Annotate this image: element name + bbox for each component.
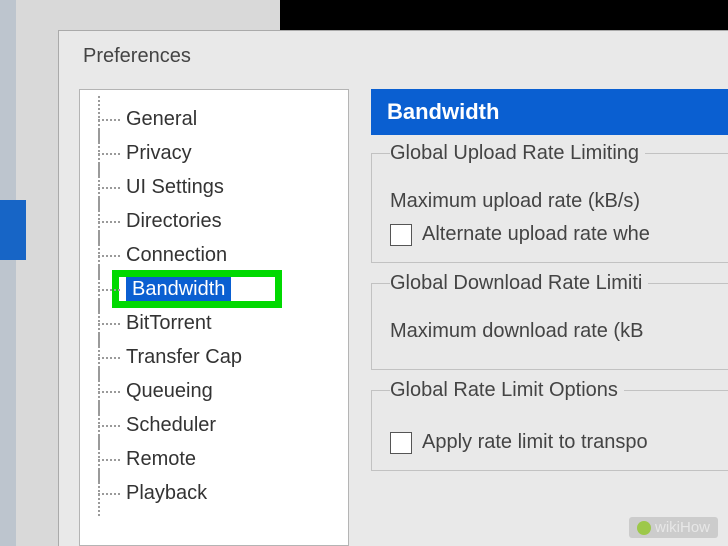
tree-branch-icon — [94, 476, 126, 510]
apply-limit-label: Apply rate limit to transpo — [422, 431, 648, 454]
bg-left-blue-block — [0, 200, 26, 260]
tree-item-queueing[interactable]: Queueing — [94, 374, 342, 408]
tree-item-bittorrent[interactable]: BitTorrent — [94, 306, 342, 340]
tree-label: Privacy — [126, 142, 192, 165]
tree-label: Remote — [126, 448, 196, 471]
bg-top-black — [280, 0, 728, 30]
tree-label: Queueing — [126, 380, 213, 403]
group-legend: Global Rate Limit Options — [390, 379, 624, 402]
tree-item-privacy[interactable]: Privacy — [94, 136, 342, 170]
alt-upload-label: Alternate upload rate whe — [422, 223, 650, 246]
tree-item-ui-settings[interactable]: UI Settings — [94, 170, 342, 204]
group-global-options: Global Rate Limit Options Apply rate lim… — [371, 390, 728, 471]
tree-item-remote[interactable]: Remote — [94, 442, 342, 476]
tree-label: BitTorrent — [126, 312, 212, 335]
checkbox-icon[interactable] — [390, 432, 412, 454]
max-download-label: Maximum download rate (kB — [390, 320, 728, 343]
tree-label: Playback — [126, 482, 207, 505]
preferences-body: General Privacy UI Settings Directories … — [79, 89, 728, 546]
apply-limit-row[interactable]: Apply rate limit to transpo — [390, 431, 728, 454]
settings-panel: Bandwidth Global Upload Rate Limiting Ma… — [371, 89, 728, 546]
bg-left-strip — [0, 0, 16, 546]
tree-label: Transfer Cap — [126, 346, 242, 369]
tree-label: Connection — [126, 244, 227, 267]
max-upload-label: Maximum upload rate (kB/s) — [390, 190, 728, 213]
tree-item-general[interactable]: General — [94, 102, 342, 136]
tree-item-connection[interactable]: Connection — [94, 238, 342, 272]
checkbox-icon[interactable] — [390, 224, 412, 246]
tree-label: Directories — [126, 210, 222, 233]
group-upload-rate: Global Upload Rate Limiting Maximum uplo… — [371, 153, 728, 263]
group-legend: Global Download Rate Limiti — [390, 272, 648, 295]
window-title: Preferences — [59, 31, 728, 88]
tree-item-transfer-cap[interactable]: Transfer Cap — [94, 340, 342, 374]
tree-label: Bandwidth — [126, 277, 231, 302]
alt-upload-row[interactable]: Alternate upload rate whe — [390, 223, 728, 246]
group-legend: Global Upload Rate Limiting — [390, 142, 645, 165]
tree-item-scheduler[interactable]: Scheduler — [94, 408, 342, 442]
tree-item-playback[interactable]: Playback — [94, 476, 342, 510]
preferences-window: Preferences General Privacy UI Settings … — [58, 30, 728, 546]
section-header: Bandwidth — [371, 89, 728, 135]
tree-item-bandwidth[interactable]: Bandwidth — [94, 272, 342, 306]
category-tree: General Privacy UI Settings Directories … — [79, 89, 349, 546]
tree-label: Scheduler — [126, 414, 216, 437]
tree-item-directories[interactable]: Directories — [94, 204, 342, 238]
group-download-rate: Global Download Rate Limiti Maximum down… — [371, 283, 728, 370]
tree-label: UI Settings — [126, 176, 224, 199]
tree-label: General — [126, 108, 197, 131]
